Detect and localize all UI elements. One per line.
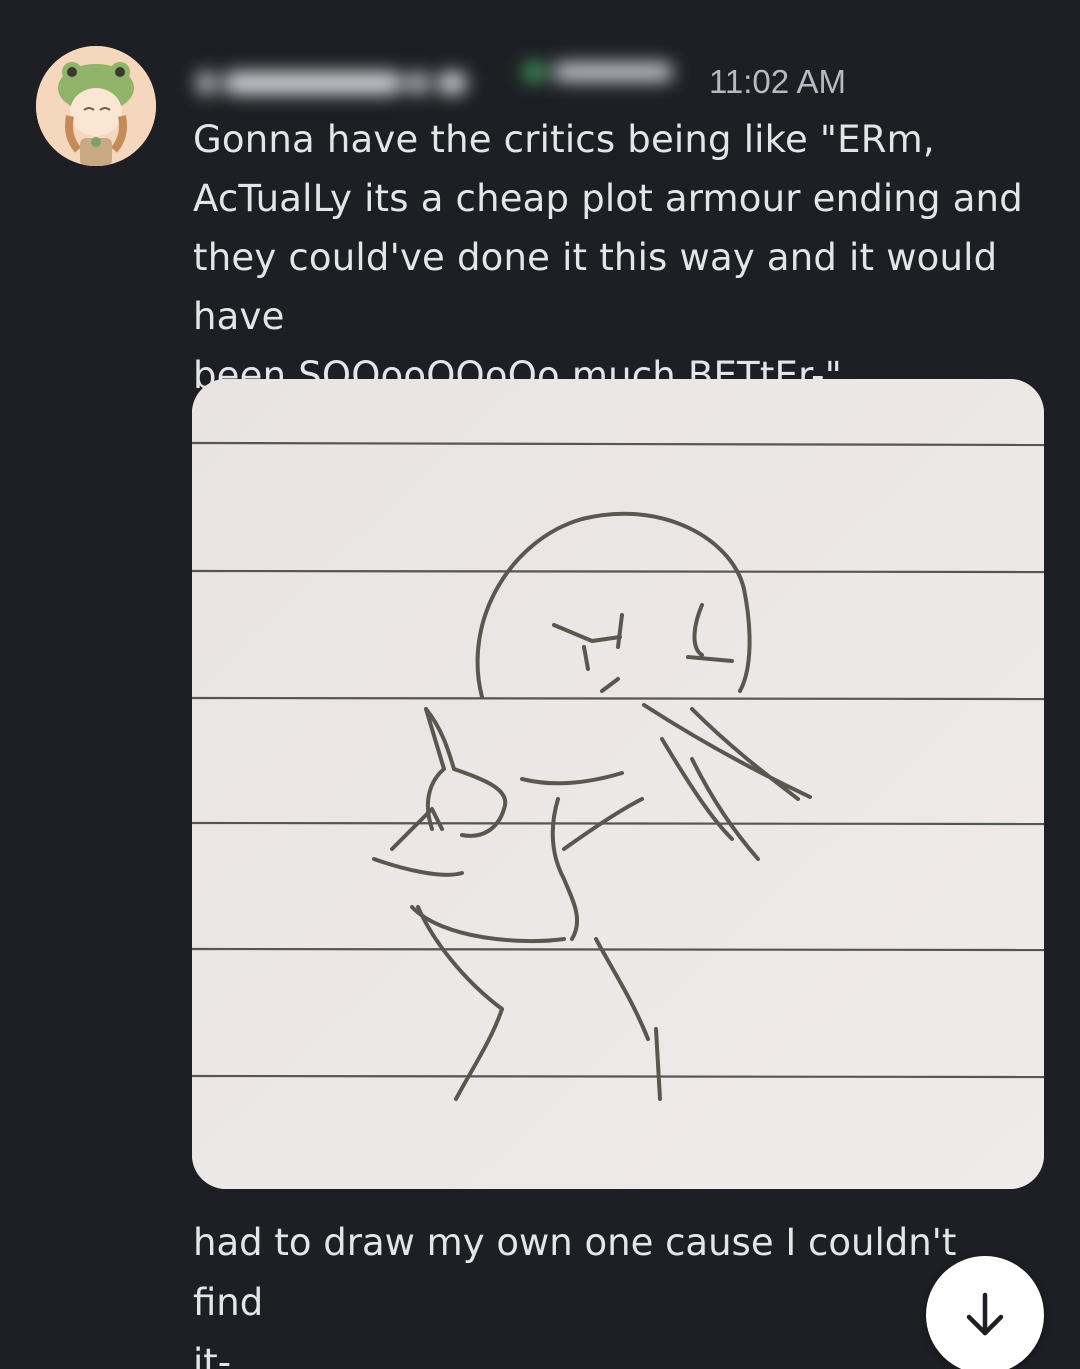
message-caption: had to draw my own one cause I couldn't … <box>193 1221 957 1369</box>
user-avatar[interactable] <box>36 46 156 166</box>
username-redacted[interactable] <box>193 66 513 100</box>
message-header: 11:02 AM <box>193 55 846 111</box>
jump-to-latest-button[interactable] <box>926 1256 1044 1369</box>
image-attachment[interactable] <box>192 379 1044 1189</box>
frog-hat-avatar-icon <box>36 46 156 166</box>
message-text: Gonna have the critics being like "ERm, … <box>193 118 1023 397</box>
chat-screen: 11:02 AM Gonna have the critics being li… <box>0 0 1080 1369</box>
stick-figure-drawing <box>192 379 1044 1189</box>
arrow-down-icon <box>966 1292 1004 1336</box>
role-tag-redacted <box>523 55 673 89</box>
message-timestamp: 11:02 AM <box>709 63 846 100</box>
